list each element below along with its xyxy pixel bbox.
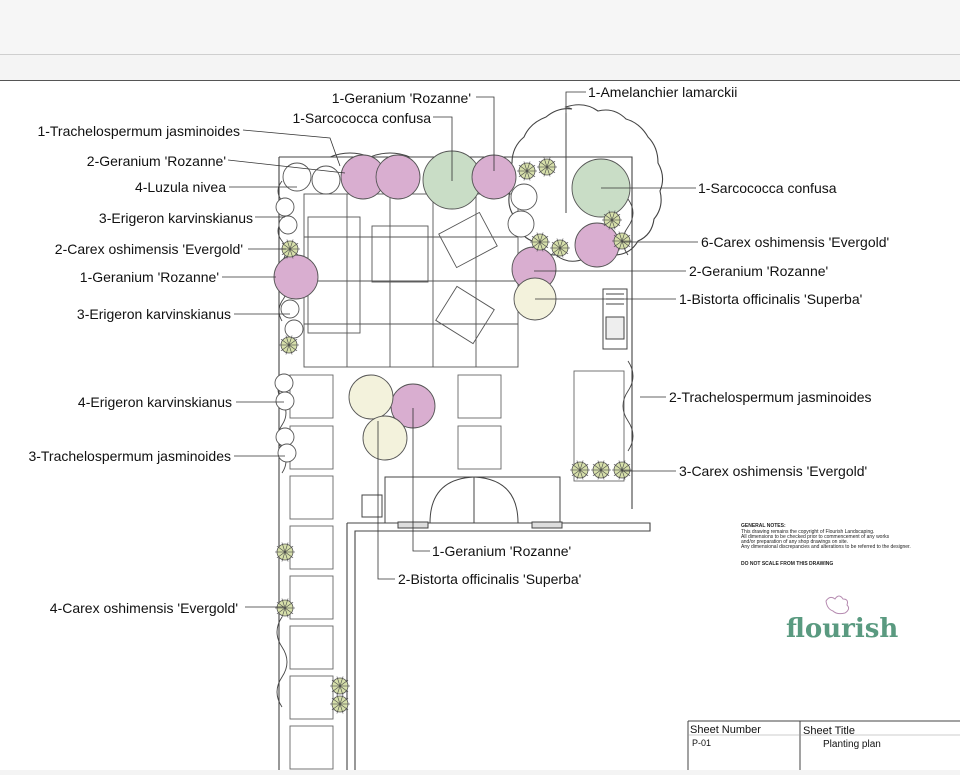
label-left-2: 2-Geranium 'Rozanne' (87, 153, 226, 169)
label-left-5: 2-Carex oshimensis 'Evergold' (55, 241, 243, 257)
label-right-1: 1-Sarcococca confusa (698, 180, 837, 196)
notes-warning: DO NOT SCALE FROM THIS DRAWING (741, 561, 833, 567)
sheet-number-value: P-01 (692, 738, 711, 748)
logo-text: flourish (786, 614, 898, 644)
carex-plant (279, 335, 299, 355)
label-top-2: 1-Sarcococca confusa (292, 110, 431, 126)
sheet-title-value: Planting plan (823, 739, 881, 750)
title-block: Sheet Number P-01 Sheet Title Planting p… (687, 720, 960, 770)
label-bottom-1: 1-Geranium 'Rozanne' (432, 543, 571, 559)
sheet-title-label: Sheet Title (803, 725, 855, 737)
bistorta-plants (348, 277, 557, 461)
drawing-sheet: 1-Trachelospermum jasminoides 2-Geranium… (0, 80, 960, 770)
logo-flower-icon (825, 595, 850, 615)
planting-plan-drawing: 1-Trachelospermum jasminoides 2-Geranium… (28, 84, 960, 770)
label-left-9: 3-Trachelospermum jasminoides (28, 448, 231, 464)
sheet-number-label: Sheet Number (690, 724, 761, 736)
patio-paving (303, 193, 519, 368)
label-left-1: 1-Trachelospermum jasminoides (37, 123, 240, 139)
label-left-7: 3-Erigeron karvinskianus (77, 306, 231, 322)
garden-structure (602, 288, 628, 350)
label-right-6: 3-Carex oshimensis 'Evergold' (679, 463, 867, 479)
label-top-1: 1-Geranium 'Rozanne' (332, 90, 471, 106)
label-left-8: 4-Erigeron karvinskianus (78, 394, 232, 410)
label-left-3: 4-Luzula nivea (135, 179, 226, 195)
general-notes: GENERAL NOTES: This drawing remains the … (741, 523, 911, 567)
flourish-logo: flourish (786, 595, 898, 644)
label-right-3: 2-Geranium 'Rozanne' (689, 263, 828, 279)
label-left-4: 3-Erigeron karvinskianus (99, 210, 253, 226)
browser-toolbar (0, 0, 960, 55)
label-left-10: 4-Carex oshimensis 'Evergold' (50, 600, 238, 616)
label-left-6: 1-Geranium 'Rozanne' (80, 269, 219, 285)
label-right-5: 2-Trachelospermum jasminoides (669, 389, 872, 405)
label-bottom-2: 2-Bistorta officinalis 'Superba' (398, 571, 581, 587)
house-doors (361, 476, 563, 529)
label-right-4: 1-Bistorta officinalis 'Superba' (679, 291, 862, 307)
label-right-2: 6-Carex oshimensis 'Evergold' (701, 234, 889, 250)
notes-line-4: Any dimensional discrepancies and altera… (741, 544, 911, 550)
label-top-3: 1-Amelanchier lamarckii (588, 84, 737, 100)
